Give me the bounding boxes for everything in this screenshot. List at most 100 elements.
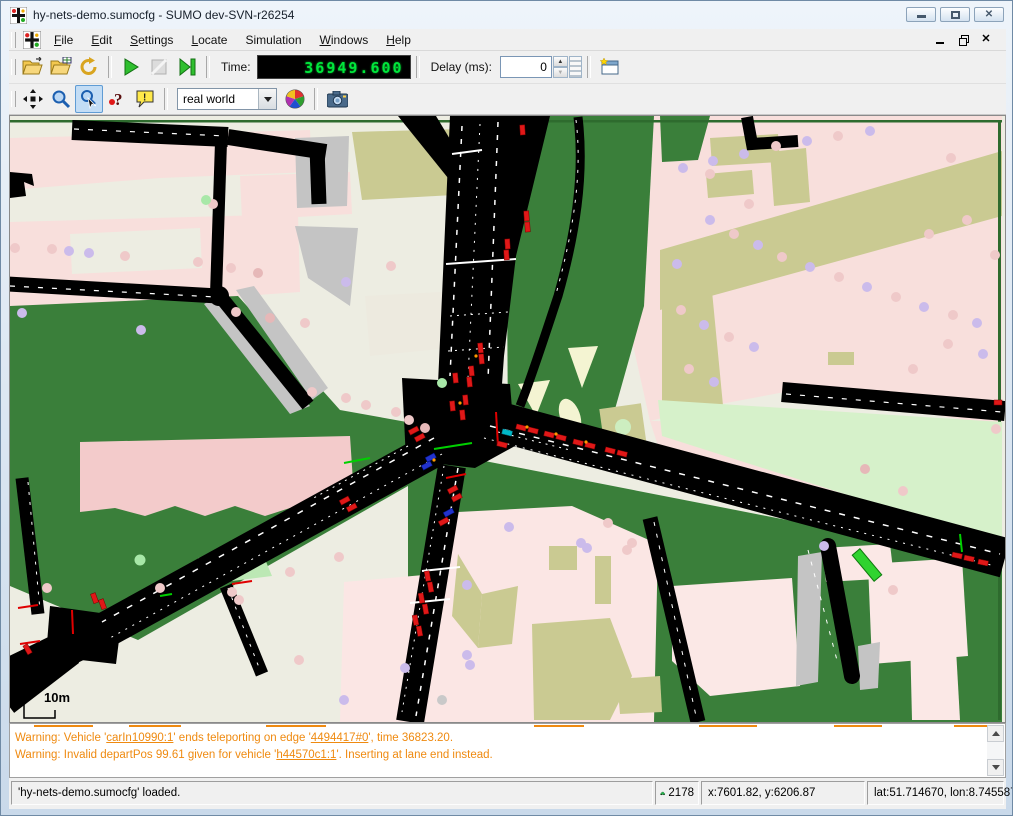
delay-down-button[interactable]: ▼	[553, 67, 568, 78]
cursor-xy: x:7601.82, y:6206.87	[701, 781, 865, 805]
warning-line: Warning: Vehicle 'carIn10990:1' ends tel…	[15, 732, 453, 744]
simulation-view[interactable]: 10m	[9, 115, 1006, 723]
car-icon	[660, 788, 665, 799]
menu-locate[interactable]: Locate	[182, 31, 236, 49]
titlebar: hy-nets-demo.sumocfg - SUMO dev-SVN-r262…	[1, 1, 1012, 29]
stop-button[interactable]	[145, 53, 173, 81]
toolbar-grip[interactable]	[11, 59, 16, 75]
vehicle-count: 2178	[668, 787, 694, 799]
mdi-restore-button[interactable]	[953, 31, 973, 48]
message-window-button[interactable]: !	[131, 85, 159, 113]
new-view-icon	[600, 58, 620, 76]
vehicle-link[interactable]: h44570c1:1	[276, 749, 336, 761]
arrow-up-icon	[992, 731, 1000, 736]
combo-dropdown-button[interactable]	[258, 89, 276, 109]
warning-line: Warning: Invalid departPos 99.61 given f…	[15, 749, 493, 761]
menu-file[interactable]: File	[45, 31, 82, 49]
question-mark-icon: ?	[108, 89, 126, 109]
toolbar-separator	[587, 56, 591, 78]
locate-button[interactable]	[75, 85, 103, 113]
play-icon	[122, 58, 140, 76]
step-icon	[178, 58, 196, 76]
status-message: 'hy-nets-demo.sumocfg' loaded.	[11, 781, 653, 805]
magnifier-icon	[51, 89, 71, 109]
time-label: Time:	[221, 60, 251, 74]
open-config-button[interactable]	[19, 53, 47, 81]
maximize-button[interactable]	[940, 7, 970, 22]
open-network-button[interactable]	[47, 53, 75, 81]
delay-dial[interactable]	[569, 56, 582, 78]
statusbar: 'hy-nets-demo.sumocfg' loaded. 2178 x:76…	[9, 778, 1006, 809]
simulation-toolbar: Time: 36949.600 Delay (ms): 0 ▲ ▼	[9, 51, 1006, 84]
toolbar-separator	[314, 88, 318, 110]
svg-text:!: !	[143, 92, 146, 103]
app-window: hy-nets-demo.sumocfg - SUMO dev-SVN-r262…	[0, 0, 1013, 816]
sumo-app-icon	[10, 7, 27, 24]
step-button[interactable]	[173, 53, 201, 81]
window-title: hy-nets-demo.sumocfg - SUMO dev-SVN-r262…	[33, 8, 294, 22]
svg-text:?: ?	[114, 90, 123, 109]
open-network-icon	[50, 57, 72, 77]
time-display: 36949.600	[257, 55, 411, 79]
delay-input[interactable]: 0	[500, 56, 552, 78]
edge-link[interactable]: 4494417#0	[311, 732, 369, 744]
chevron-down-icon	[264, 97, 272, 102]
coloring-scheme-select[interactable]: real world	[177, 88, 277, 110]
recenter-icon	[23, 89, 43, 109]
minimize-button[interactable]	[906, 7, 936, 22]
mdi-close-icon: ✕	[981, 34, 990, 45]
toolbar-grip[interactable]	[11, 32, 16, 48]
menu-help[interactable]: Help	[377, 31, 420, 49]
minimize-icon	[917, 15, 926, 18]
reload-icon	[79, 57, 99, 77]
menu-edit[interactable]: Edit	[82, 31, 121, 49]
zoom-button[interactable]	[47, 85, 75, 113]
close-icon: ✕	[985, 10, 993, 20]
color-wheel-icon	[285, 89, 305, 109]
toolbar-separator	[164, 88, 168, 110]
speech-bubble-icon: !	[135, 90, 155, 109]
message-scrollbar[interactable]	[987, 725, 1004, 776]
scroll-down-button[interactable]	[987, 759, 1004, 776]
toolbar-separator	[108, 56, 112, 78]
message-log: Warning: Vehicle 'carIn10990:1' ends tel…	[9, 723, 1006, 778]
new-view-button[interactable]	[596, 53, 624, 81]
maximize-icon	[951, 11, 960, 19]
simulation-canvas[interactable]: 10m	[10, 116, 1005, 722]
close-button[interactable]: ✕	[974, 7, 1004, 22]
mdi-restore-icon	[959, 35, 968, 44]
toolbar-separator	[416, 56, 420, 78]
cursor-latlon: lat:51.714670, lon:8.745587	[867, 781, 1004, 805]
menu-settings[interactable]: Settings	[121, 31, 182, 49]
scroll-up-button[interactable]	[987, 725, 1004, 742]
view-toolbar: ? ! real world	[9, 84, 1006, 115]
toolbar-separator	[206, 56, 210, 78]
coloring-scheme-value: real world	[178, 92, 258, 106]
run-button[interactable]	[117, 53, 145, 81]
edit-coloring-button[interactable]	[281, 85, 309, 113]
snapshot-button[interactable]	[323, 85, 351, 113]
stop-icon-disabled	[150, 58, 168, 76]
toolbar-grip[interactable]	[11, 91, 16, 107]
reload-button[interactable]	[75, 53, 103, 81]
mdi-minimize-icon	[936, 42, 944, 44]
sumo-child-icon	[23, 31, 41, 49]
scale-label: 10m	[44, 690, 70, 705]
delay-spinner: 0 ▲ ▼	[500, 56, 582, 78]
vehicle-link[interactable]: carIn10990:1	[106, 732, 173, 744]
arrow-down-icon	[992, 765, 1000, 770]
menubar: File Edit Settings Locate Simulation Win…	[9, 29, 1006, 51]
locate-magnifier-cursor-icon	[79, 89, 99, 109]
mdi-minimize-button[interactable]	[930, 31, 950, 48]
menu-windows[interactable]: Windows	[311, 31, 378, 49]
delay-up-button[interactable]: ▲	[553, 56, 568, 67]
clipped-message-line	[14, 725, 1004, 728]
delay-label: Delay (ms):	[431, 60, 492, 74]
open-folder-icon	[22, 57, 44, 77]
vehicle-count-panel: 2178	[655, 781, 699, 805]
mdi-close-button[interactable]: ✕	[976, 31, 996, 48]
menu-simulation[interactable]: Simulation	[236, 31, 310, 49]
camera-icon	[327, 91, 348, 108]
help-tooltip-button[interactable]: ?	[103, 85, 131, 113]
recenter-view-button[interactable]	[19, 85, 47, 113]
